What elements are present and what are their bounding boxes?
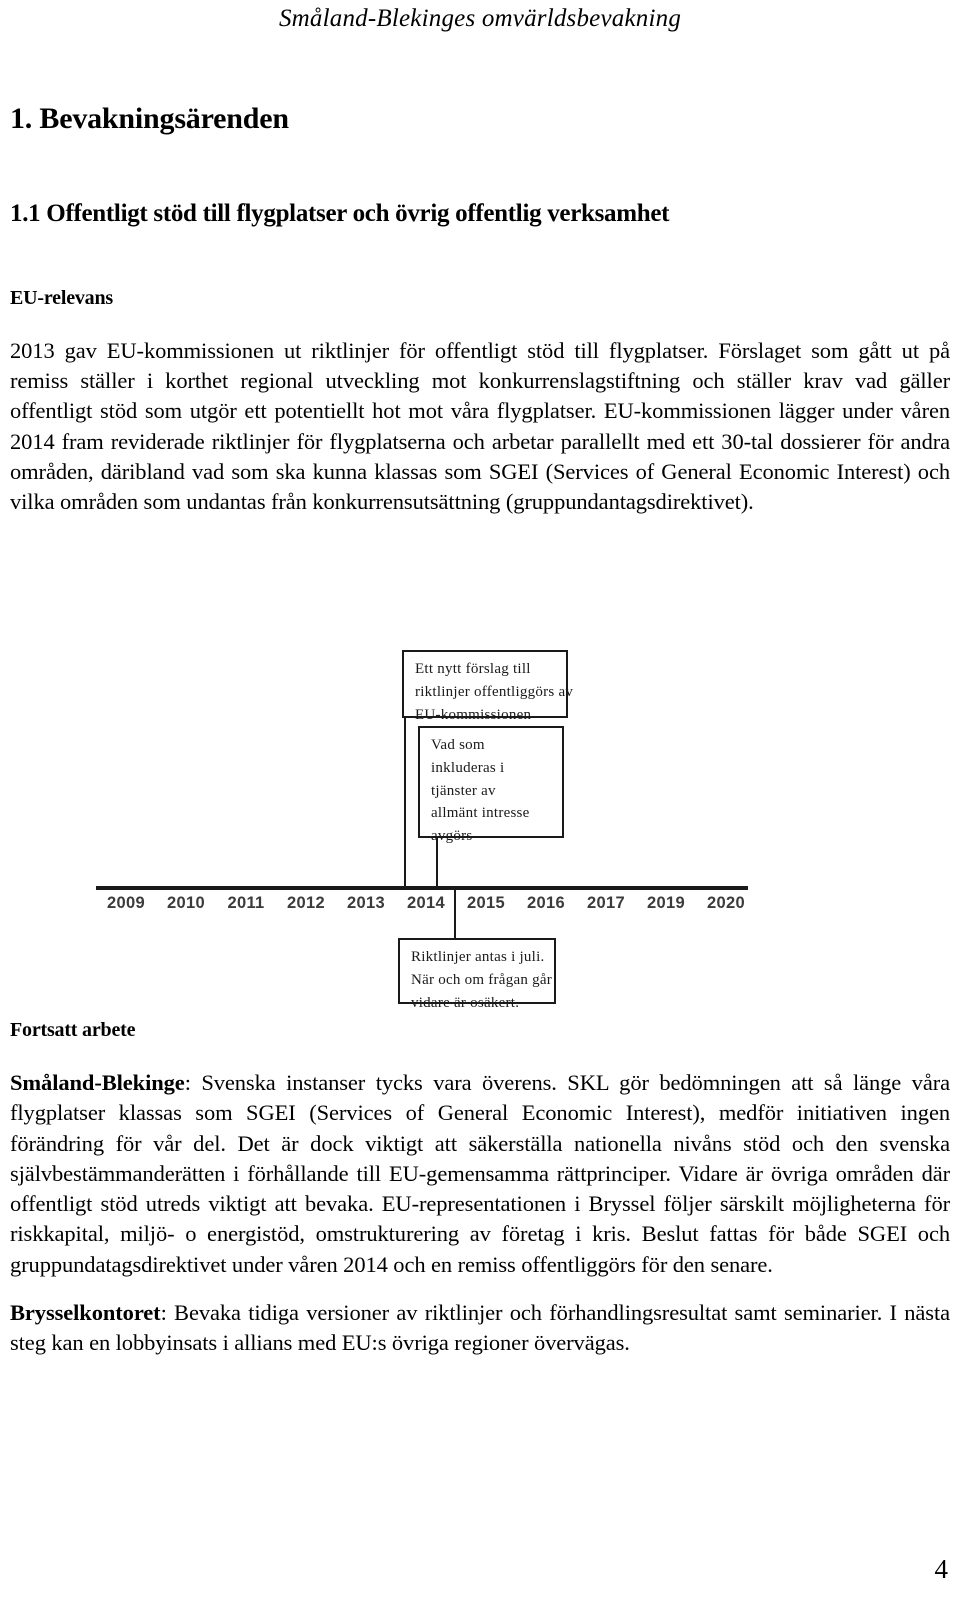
document-content: 1. Bevakningsärenden 1.1 Offentligt stöd… <box>10 100 950 517</box>
annotation-line: När och om frågan går <box>411 971 553 988</box>
section-heading: 1.1 Offentligt stöd till flygplatser och… <box>10 199 670 227</box>
smaland-blekinge-text: : Svenska instanser tycks vara överens. … <box>10 1070 950 1277</box>
timeline-annotation-services: Vad som inkluderas i tjänster av allmänt… <box>418 726 564 844</box>
timeline-connector-proposal <box>404 718 406 888</box>
brussels-office-paragraph: Brysselkontoret: Bevaka tidiga versioner… <box>10 1298 950 1359</box>
smaland-blekinge-lead: Småland-Blekinge <box>10 1070 185 1095</box>
timeline-year: 2009 <box>107 894 145 912</box>
timeline-figure: Ett nytt förslag till riktlinjer offentl… <box>96 628 760 1011</box>
timeline-year: 2015 <box>467 894 505 912</box>
timeline-year: 2011 <box>227 894 265 912</box>
chapter-heading: 1. Bevakningsärenden <box>10 102 289 135</box>
smaland-blekinge-paragraph: Småland-Blekinge: Svenska instanser tyck… <box>10 1068 950 1280</box>
timeline-annotation-proposal: Ett nytt förslag till riktlinjer offentl… <box>402 650 574 723</box>
brussels-office-lead: Brysselkontoret <box>10 1299 161 1325</box>
eu-relevance-heading: EU-relevans <box>10 286 113 309</box>
annotation-line: Vad som <box>431 737 485 753</box>
running-header: Småland-Blekinges omvärldsbevakning <box>278 5 682 32</box>
annotation-line: Ett nytt förslag till <box>415 661 531 677</box>
timeline-year: 2019 <box>647 894 685 912</box>
timeline-year-labels: 2009 2010 2011 2012 2013 2014 2015 2016 … <box>96 894 756 922</box>
annotation-line: riktlinjer offentliggörs av <box>415 683 574 700</box>
annotation-line: allmänt intresse <box>431 805 530 822</box>
timeline-axis <box>96 886 748 890</box>
annotation-line: tjänster av <box>431 782 496 799</box>
timeline-year: 2010 <box>167 894 205 912</box>
timeline-annotation-adopted: Riktlinjer antas i juli. När och om fråg… <box>398 938 556 1011</box>
annotation-line: vidare är osäkert. <box>411 994 520 1011</box>
eu-relevance-paragraph: 2013 gav EU-kommissionen ut riktlinjer f… <box>10 337 950 514</box>
document-page: Småland-Blekinges omvärldsbevakning 1. B… <box>0 0 960 1597</box>
page-number: 4 <box>934 1554 949 1584</box>
annotation-line: avgörs <box>431 828 473 845</box>
annotation-line: Riktlinjer antas i juli. <box>411 949 545 965</box>
timeline-connector-services <box>436 838 438 888</box>
further-work-section: Fortsatt arbete Småland-Blekinge: Svensk… <box>10 1018 950 1358</box>
timeline-year: 2016 <box>527 894 565 912</box>
further-work-heading: Fortsatt arbete <box>10 1019 136 1041</box>
timeline-year: 2014 <box>407 894 445 912</box>
annotation-line: EU-kommissionen <box>415 706 532 723</box>
timeline-year: 2017 <box>587 894 625 912</box>
timeline-year: 2012 <box>287 894 325 912</box>
timeline-year: 2020 <box>707 894 745 912</box>
annotation-line: inkluderas i <box>431 759 505 776</box>
timeline-year: 2013 <box>347 894 385 912</box>
